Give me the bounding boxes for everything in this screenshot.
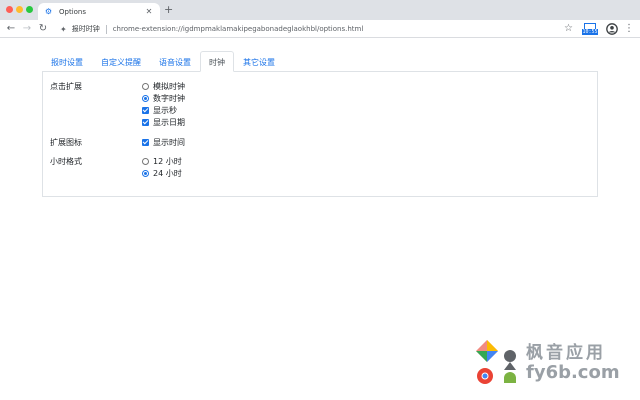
tab-voice-settings[interactable]: 语音设置 xyxy=(150,51,200,72)
24-hour-radio[interactable] xyxy=(142,169,149,177)
12-hour-radio[interactable] xyxy=(142,157,149,165)
show-date-label: 显示日期 xyxy=(153,117,185,127)
show-date-option[interactable]: 显示日期 xyxy=(142,117,185,127)
address-divider xyxy=(105,24,107,34)
analog-clock-label: 模拟时钟 xyxy=(153,81,185,91)
more-menu-icon[interactable]: ⋮ xyxy=(624,22,634,36)
extension-badge-time: 10:55 xyxy=(582,29,598,35)
bookmark-star-icon[interactable]: ☆ xyxy=(564,22,573,36)
tab-other-settings[interactable]: 其它设置 xyxy=(234,51,284,72)
options-favicon-icon: ⚙ xyxy=(44,7,53,16)
24-hour-label: 24 小时 xyxy=(153,168,182,178)
watermark-logo-icon xyxy=(476,340,516,384)
address-url[interactable]: chrome-extension://igdmpmaklamakipegabon… xyxy=(113,25,364,33)
tab-announce-settings[interactable]: 报时设置 xyxy=(42,51,92,72)
digital-clock-label: 数字时钟 xyxy=(153,93,185,103)
browser-tab-title: Options xyxy=(59,7,87,16)
puzzle-icon: ✦ xyxy=(60,24,67,34)
analog-clock-radio[interactable] xyxy=(142,82,149,90)
browser-tab[interactable]: ⚙ Options ✕ xyxy=(38,3,160,20)
back-arrow-icon[interactable]: ← xyxy=(4,22,18,36)
tab-custom-reminder[interactable]: 自定义提醒 xyxy=(92,51,150,72)
show-date-checkbox[interactable] xyxy=(142,118,149,126)
extension-icon-label: 扩展图标 xyxy=(50,138,82,147)
show-seconds-label: 显示秒 xyxy=(153,105,177,115)
window-minimize-button[interactable] xyxy=(16,6,23,13)
extension-name: 报时时钟 xyxy=(71,25,100,33)
show-seconds-option[interactable]: 显示秒 xyxy=(142,105,177,115)
clock-settings-panel xyxy=(42,71,598,197)
hour-format-label: 小时格式 xyxy=(50,157,82,166)
24-hour-option[interactable]: 24 小时 xyxy=(142,168,182,178)
window-zoom-button[interactable] xyxy=(26,6,33,13)
show-seconds-checkbox[interactable] xyxy=(142,106,149,114)
tab-clock[interactable]: 时钟 xyxy=(200,51,234,72)
forward-arrow-icon[interactable]: → xyxy=(20,22,34,36)
click-extension-label: 点击扩展 xyxy=(50,82,82,91)
browser-toolbar: ← → ↻ ✦ 报时时钟 chrome-extension://igdmpmak… xyxy=(0,20,640,38)
reload-icon[interactable]: ↻ xyxy=(36,22,50,36)
digital-clock-radio[interactable] xyxy=(142,94,149,102)
show-time-label: 显示时间 xyxy=(153,137,185,147)
options-tabs: 报时设置 自定义提醒 语音设置 时钟 其它设置 xyxy=(42,51,284,72)
12-hour-label: 12 小时 xyxy=(153,156,182,166)
browser-tab-strip: ⚙ Options ✕ + xyxy=(0,0,640,20)
watermark-domain-text: fy6b.com xyxy=(526,362,620,383)
profile-avatar-icon[interactable] xyxy=(606,23,618,35)
show-time-checkbox[interactable] xyxy=(142,138,149,146)
watermark-brand-text: 枫音应用 xyxy=(526,343,606,363)
close-tab-icon[interactable]: ✕ xyxy=(144,7,154,16)
show-time-option[interactable]: 显示时间 xyxy=(142,137,185,147)
address-bar[interactable]: ✦ 报时时钟 chrome-extension://igdmpmaklamaki… xyxy=(54,22,554,36)
window-close-button[interactable] xyxy=(6,6,13,13)
12-hour-option[interactable]: 12 小时 xyxy=(142,156,182,166)
digital-clock-option[interactable]: 数字时钟 xyxy=(142,93,185,103)
clock-extension-button[interactable]: 10:55 xyxy=(582,23,598,35)
new-tab-icon[interactable]: + xyxy=(164,4,173,16)
analog-clock-option[interactable]: 模拟时钟 xyxy=(142,81,185,91)
